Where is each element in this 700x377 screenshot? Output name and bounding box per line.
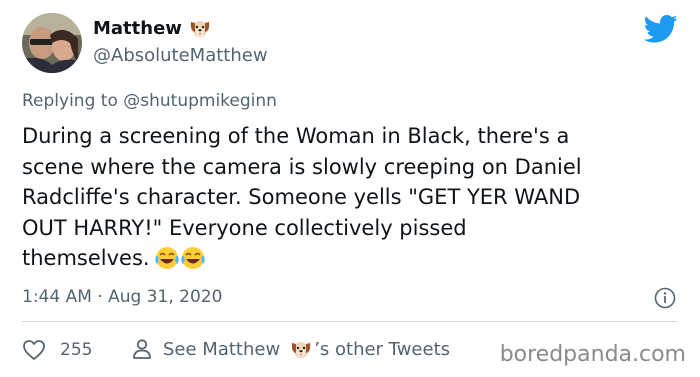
dog-face-icon bbox=[292, 342, 311, 358]
avatar[interactable] bbox=[22, 13, 82, 73]
dog-face-icon bbox=[190, 21, 210, 37]
watermark: boredpanda.com bbox=[499, 342, 686, 367]
tweet-text-line: Radcliffe's character. Someone yells "GE… bbox=[22, 185, 581, 209]
see-other-tweets-prefix: See Matthew bbox=[163, 338, 281, 360]
like-button[interactable]: 255 bbox=[22, 339, 92, 361]
avatar-photo bbox=[22, 13, 82, 73]
tweet-text-line: During a screening of the Woman in Black… bbox=[22, 124, 570, 148]
tweet-text-line-last: themselves. bbox=[22, 243, 682, 280]
divider bbox=[22, 321, 678, 322]
face-with-tears-of-joy-icon bbox=[154, 245, 206, 280]
see-other-tweets-suffix: ’s other Tweets bbox=[314, 338, 451, 360]
tweet-text: During a screening of the Woman in Black… bbox=[22, 121, 682, 280]
tweet-text-line: themselves. bbox=[22, 246, 150, 270]
display-name[interactable]: Matthew bbox=[93, 17, 211, 39]
tweet-text-line: scene where the camera is slowly creepin… bbox=[22, 154, 582, 179]
replying-to-label: Replying to bbox=[22, 91, 118, 111]
replying-to-line: Replying to @shutupmikeginn bbox=[22, 91, 277, 111]
person-icon bbox=[133, 339, 151, 359]
tweet-text-line: OUT HARRY!" Everyone collectively pissed bbox=[22, 215, 467, 240]
heart-icon bbox=[23, 340, 45, 360]
twitter-bird-icon[interactable] bbox=[644, 14, 678, 44]
display-name-text: Matthew bbox=[93, 17, 182, 39]
like-count: 255 bbox=[60, 340, 93, 360]
reply-mention-link[interactable]: @shutupmikeginn bbox=[123, 91, 277, 111]
user-handle[interactable]: @AbsoluteMatthew bbox=[93, 45, 268, 66]
tweet-timestamp[interactable]: 1:44 AM · Aug 31, 2020 bbox=[22, 287, 222, 307]
info-icon[interactable] bbox=[654, 287, 676, 309]
see-other-tweets-link[interactable]: See Matthew ’s other Tweets bbox=[131, 338, 450, 360]
